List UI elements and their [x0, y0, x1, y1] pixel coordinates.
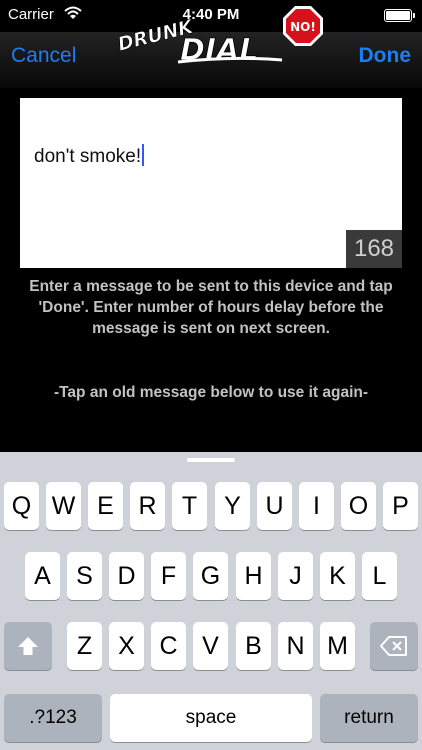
key-j[interactable]: J [278, 552, 313, 600]
key-s[interactable]: S [67, 552, 102, 600]
key-n[interactable]: N [278, 622, 313, 670]
text-cursor [142, 144, 145, 166]
shift-icon [18, 637, 38, 655]
instructions-text: Enter a message to be sent to this devic… [29, 278, 393, 337]
key-l[interactable]: L [362, 552, 397, 600]
key-b[interactable]: B [236, 622, 271, 670]
delete-key[interactable] [370, 622, 418, 670]
stop-sign-text: NO! [290, 20, 316, 34]
key-h[interactable]: H [236, 552, 271, 600]
remaining-characters-count: 168 [346, 230, 402, 268]
key-x[interactable]: X [109, 622, 144, 670]
key-m[interactable]: M [320, 622, 355, 670]
key-t[interactable]: T [172, 482, 207, 530]
old-message-hint: -Tap an old message below to use it agai… [53, 384, 369, 401]
key-r[interactable]: R [130, 482, 165, 530]
shift-key[interactable] [4, 622, 52, 670]
key-o[interactable]: O [341, 482, 376, 530]
stop-sign-icon: NO! [283, 6, 323, 46]
key-i[interactable]: I [299, 482, 334, 530]
drunk-dial-logo: DRUNK DIAL NO! [115, 6, 323, 66]
key-z[interactable]: Z [67, 622, 102, 670]
backspace-icon [380, 636, 407, 656]
key-p[interactable]: P [383, 482, 418, 530]
cancel-button[interactable]: Cancel [11, 44, 76, 68]
key-k[interactable]: K [320, 552, 355, 600]
return-key[interactable]: return [320, 694, 418, 742]
keyboard-handle [187, 458, 235, 462]
key-v[interactable]: V [193, 622, 228, 670]
key-y[interactable]: Y [215, 482, 250, 530]
done-button[interactable]: Done [359, 44, 412, 68]
key-u[interactable]: U [257, 482, 292, 530]
message-text-wrapper: don't smoke! [34, 144, 145, 168]
key-w[interactable]: W [46, 482, 81, 530]
message-text-area[interactable]: don't smoke! 168 [20, 98, 402, 268]
key-f[interactable]: F [151, 552, 186, 600]
keyboard: Q W E R T Y U I O P A S D F G H J K L Z … [0, 452, 422, 750]
message-text: don't smoke! [34, 146, 142, 167]
key-q[interactable]: Q [4, 482, 39, 530]
numbers-key[interactable]: .?123 [4, 694, 102, 742]
key-a[interactable]: A [25, 552, 60, 600]
battery-icon [384, 9, 415, 22]
key-d[interactable]: D [109, 552, 144, 600]
key-c[interactable]: C [151, 622, 186, 670]
key-e[interactable]: E [88, 482, 123, 530]
key-g[interactable]: G [193, 552, 228, 600]
space-key[interactable]: space [110, 694, 312, 742]
